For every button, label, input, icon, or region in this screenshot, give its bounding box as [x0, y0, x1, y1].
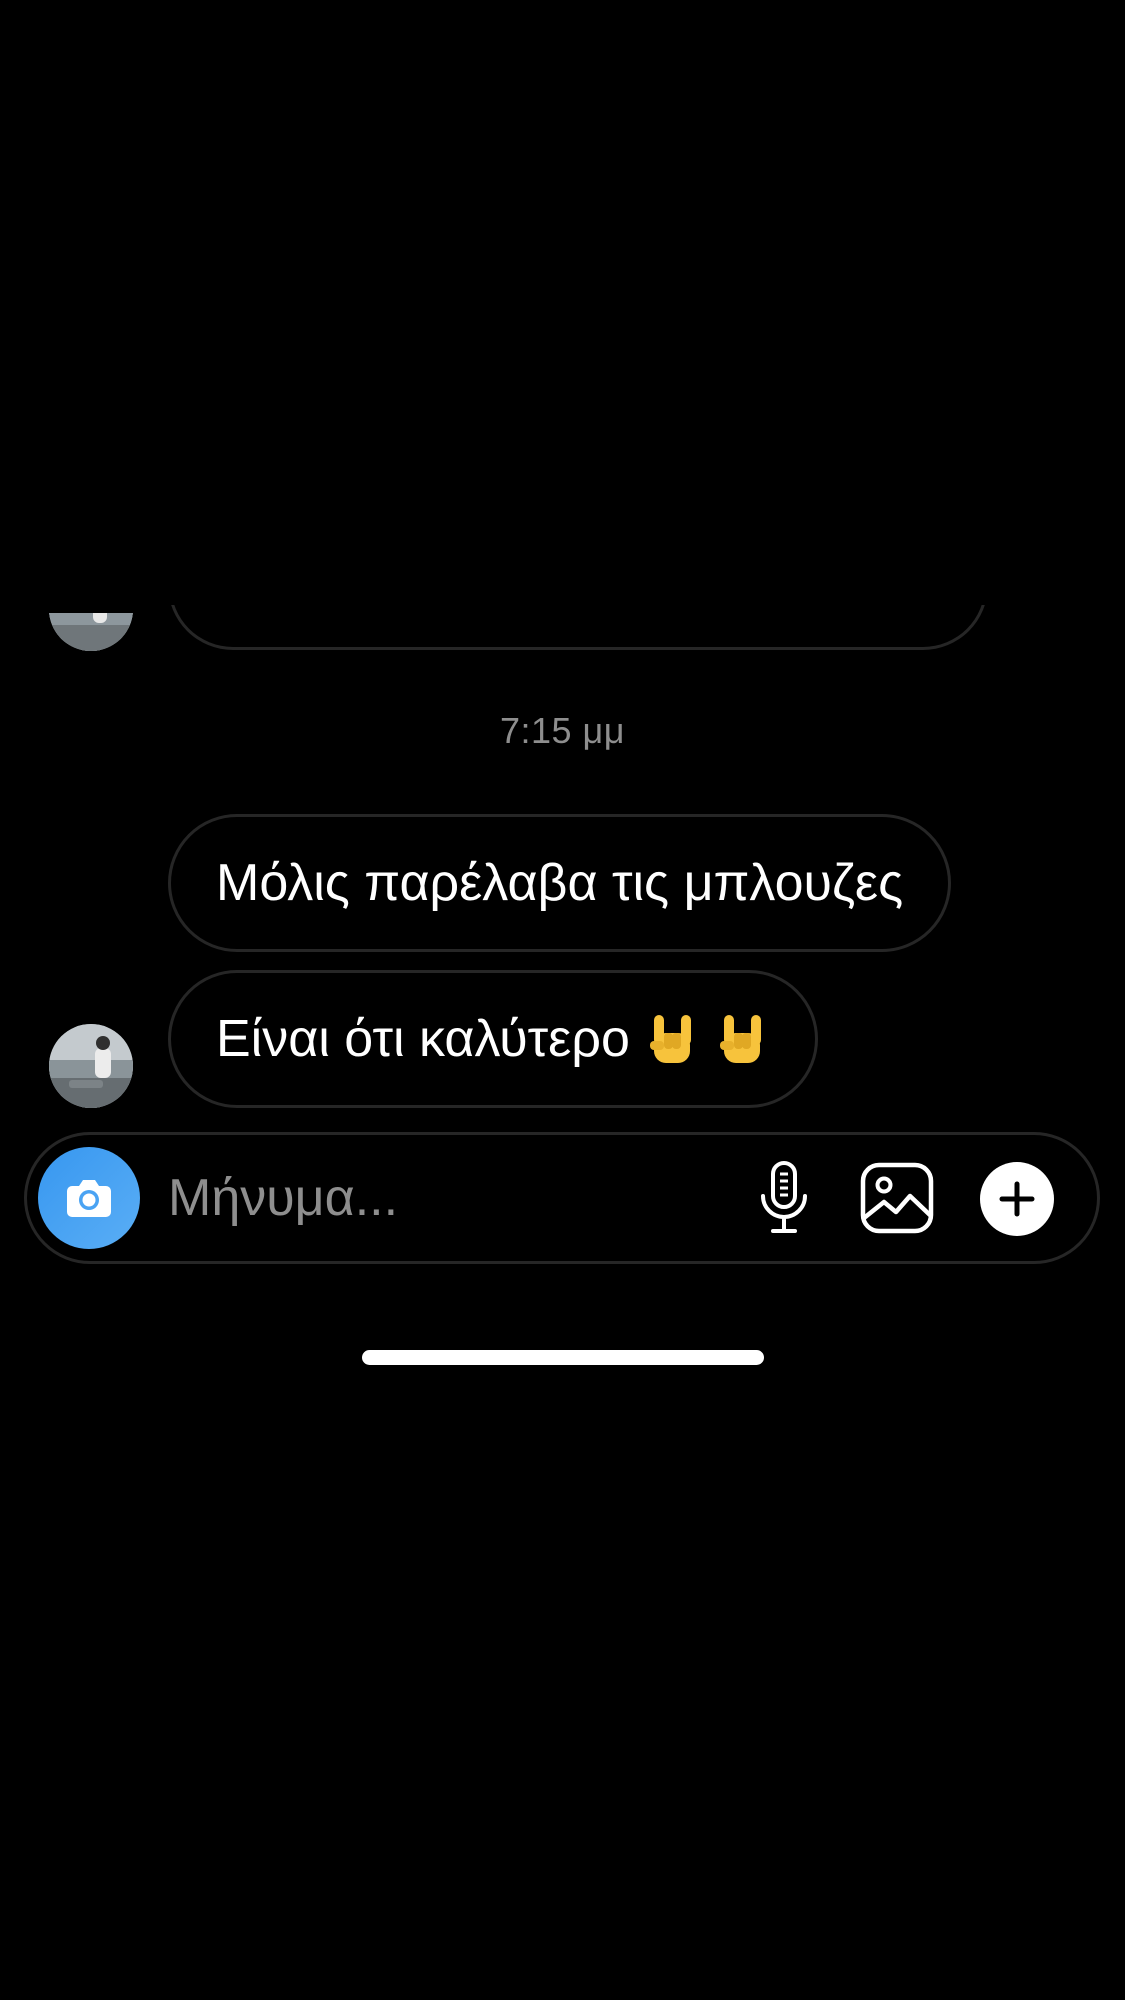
- avatar-photo: [49, 1024, 133, 1108]
- sign-of-the-horns-emoji: [719, 1015, 761, 1063]
- microphone-icon: [761, 1161, 807, 1233]
- microphone-button[interactable]: [748, 1158, 820, 1238]
- home-indicator[interactable]: [362, 1350, 764, 1365]
- message-bubble[interactable]: Είναι ότι καλύτερο: [168, 970, 818, 1108]
- add-button[interactable]: [980, 1162, 1054, 1236]
- camera-button[interactable]: [38, 1147, 140, 1249]
- avatar[interactable]: [49, 1024, 133, 1108]
- message-timestamp: 7:15 μμ: [499, 710, 626, 751]
- message-text: Μόλις παρέλαβα τις μπλουζες: [216, 854, 904, 912]
- message-text: Είναι ότι καλύτερο: [216, 1010, 630, 1068]
- message-input[interactable]: [168, 1158, 728, 1238]
- scroll-top-area: [0, 0, 1125, 605]
- sign-of-the-horns-emoji: [649, 1015, 691, 1063]
- plus-icon: [999, 1181, 1035, 1217]
- camera-icon: [67, 1180, 111, 1217]
- gallery-icon: [860, 1162, 934, 1234]
- gallery-button[interactable]: [858, 1160, 936, 1236]
- message-bubble[interactable]: Μόλις παρέλαβα τις μπλουζες: [168, 814, 952, 952]
